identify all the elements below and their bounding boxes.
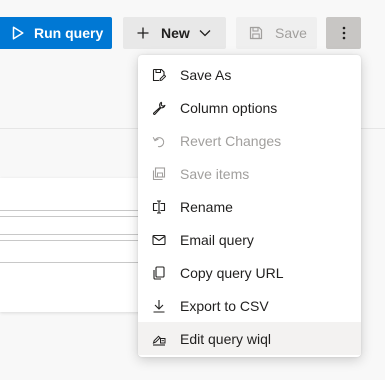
menu-item-rename[interactable]: Rename (138, 190, 361, 223)
undo-icon (152, 134, 166, 148)
more-actions-menu: Save As Column options Revert Changes Sa… (138, 55, 361, 357)
edit-wiql-icon (152, 332, 166, 346)
menu-item-label: Save items (180, 165, 250, 182)
new-label: New (161, 25, 190, 41)
menu-item-label: Save As (180, 66, 232, 83)
menu-item-revert-changes[interactable]: Revert Changes (138, 124, 361, 157)
row-divider (0, 240, 150, 241)
menu-item-label: Edit query wiql (180, 330, 272, 347)
copy-icon (152, 265, 166, 280)
menu-item-label: Revert Changes (180, 132, 282, 149)
menu-item-label: Export to CSV (180, 297, 269, 314)
menu-item-label: Email query (180, 231, 254, 248)
row-divider (0, 262, 150, 263)
menu-item-copy-query-url[interactable]: Copy query URL (138, 256, 361, 289)
menu-item-label: Rename (180, 198, 233, 215)
plus-icon (137, 27, 149, 39)
new-button[interactable]: New (123, 17, 226, 49)
rename-icon (152, 199, 166, 214)
mail-icon (152, 233, 166, 247)
menu-item-label: Column options (180, 99, 278, 116)
menu-item-label: Copy query URL (180, 264, 284, 281)
run-query-label: Run query (34, 25, 104, 41)
row-divider (0, 234, 150, 235)
row-divider (0, 210, 150, 211)
save-icon (249, 26, 263, 40)
results-card (0, 178, 150, 312)
menu-item-save-items[interactable]: Save items (138, 157, 361, 190)
save-items-icon (152, 166, 166, 181)
play-icon (12, 26, 26, 40)
save-label: Save (275, 25, 307, 41)
save-button[interactable]: Save (236, 17, 317, 49)
more-actions-button[interactable] (326, 17, 361, 49)
more-vertical-icon (342, 26, 346, 40)
row-divider (0, 216, 150, 217)
menu-item-edit-query-wiql[interactable]: Edit query wiql (138, 322, 361, 355)
save-as-icon (152, 68, 166, 82)
menu-item-save-as[interactable]: Save As (138, 58, 361, 91)
wrench-icon (152, 101, 166, 115)
menu-item-column-options[interactable]: Column options (138, 91, 361, 124)
menu-item-email-query[interactable]: Email query (138, 223, 361, 256)
run-query-button[interactable]: Run query (0, 17, 112, 49)
download-icon (152, 299, 166, 313)
chevron-down-icon (199, 27, 211, 39)
menu-item-export-to-csv[interactable]: Export to CSV (138, 289, 361, 322)
